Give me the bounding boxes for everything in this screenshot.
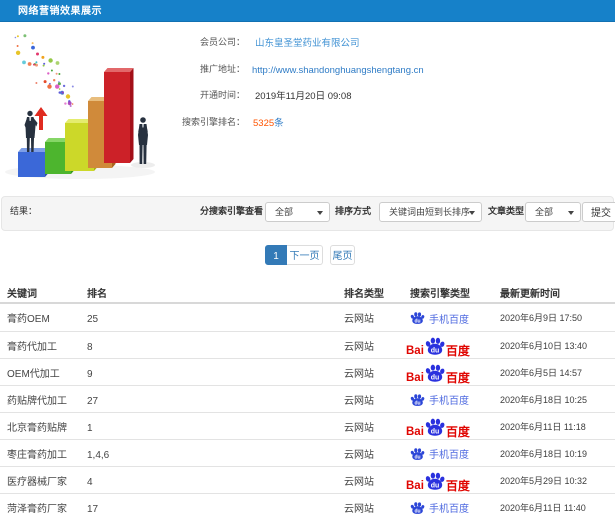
svg-text:du: du — [431, 483, 440, 490]
svg-text:du: du — [431, 429, 440, 436]
svg-text:du: du — [431, 375, 440, 382]
svg-text:du: du — [414, 319, 420, 325]
svg-text:du: du — [414, 454, 420, 460]
svg-text:du: du — [414, 508, 420, 514]
svg-text:du: du — [431, 348, 440, 355]
svg-text:du: du — [414, 400, 420, 406]
